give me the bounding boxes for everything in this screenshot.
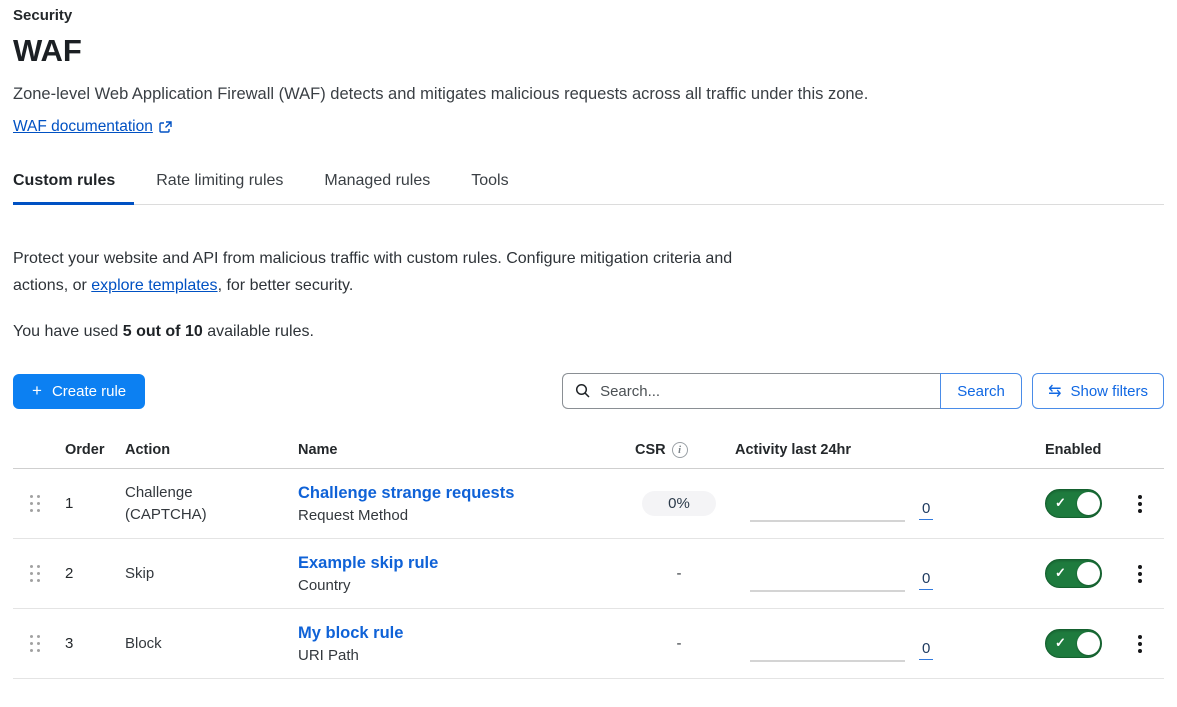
create-rule-label: Create rule: [52, 383, 126, 400]
drag-handle-icon[interactable]: [30, 635, 40, 652]
csr-badge: 0%: [642, 491, 716, 516]
toggle-knob: [1077, 562, 1100, 585]
header-enabled: Enabled: [1045, 442, 1133, 458]
row1-order: 1: [65, 495, 125, 512]
row2-name-cell: Example skip rule Country: [298, 554, 635, 594]
row3-order: 3: [65, 635, 125, 652]
toolbar-right: Search ⇆ Show filters: [562, 373, 1164, 409]
create-rule-button[interactable]: + Create rule: [13, 374, 145, 409]
row1-action: Challenge (CAPTCHA): [125, 482, 235, 526]
row3-action: Block: [125, 633, 235, 655]
enabled-toggle[interactable]: ✓: [1045, 559, 1102, 588]
table-header-row: Order Action Name CSR i Activity last 24…: [13, 436, 1164, 469]
row1-csr-cell: 0%: [635, 491, 735, 516]
waf-page: Security WAF Zone-level Web Application …: [0, 0, 1177, 679]
header-action: Action: [125, 442, 298, 458]
search-button[interactable]: Search: [940, 373, 1022, 409]
rule-expression: Country: [298, 577, 635, 594]
enabled-toggle[interactable]: ✓: [1045, 489, 1102, 518]
tab-custom-rules[interactable]: Custom rules: [13, 164, 117, 204]
doc-link-row: WAF documentation: [13, 118, 1164, 136]
tab-rate-limiting-rules[interactable]: Rate limiting rules: [156, 164, 285, 204]
row2-order: 2: [65, 565, 125, 582]
row2-activity-cell: 0: [735, 570, 1045, 608]
activity-sparkline: [750, 520, 905, 522]
row1-handle-cell: [13, 495, 65, 512]
activity-sparkline: [750, 590, 905, 592]
activity-count-link[interactable]: 0: [919, 570, 933, 590]
activity-count-link[interactable]: 0: [919, 640, 933, 660]
page-description: Zone-level Web Application Firewall (WAF…: [13, 85, 1164, 104]
table-row: 3 Block My block rule URI Path - 0 ✓: [13, 609, 1164, 679]
tab-managed-rules[interactable]: Managed rules: [324, 164, 432, 204]
csr-info-icon[interactable]: i: [672, 442, 688, 458]
table-row: 2 Skip Example skip rule Country - 0 ✓: [13, 539, 1164, 609]
row3-enabled-cell: ✓: [1045, 629, 1133, 658]
rule-name-link[interactable]: My block rule: [298, 624, 403, 643]
drag-handle-icon[interactable]: [30, 495, 40, 512]
usage-suffix: available rules.: [203, 323, 314, 340]
row2-handle-cell: [13, 565, 65, 582]
toggle-check-icon: ✓: [1055, 635, 1066, 651]
plus-icon: +: [32, 381, 42, 401]
row1-menu-cell: [1133, 491, 1177, 517]
explore-templates-link[interactable]: explore templates: [91, 277, 217, 294]
toggle-check-icon: ✓: [1055, 565, 1066, 581]
header-csr-label: CSR: [635, 442, 666, 458]
custom-rules-table: Order Action Name CSR i Activity last 24…: [13, 436, 1164, 679]
activity-count-link[interactable]: 0: [919, 500, 933, 520]
row2-action: Skip: [125, 563, 235, 585]
intro-text-after: , for better security.: [218, 277, 354, 294]
row-menu-kebab-icon[interactable]: [1133, 631, 1147, 657]
show-filters-button[interactable]: ⇆ Show filters: [1032, 373, 1164, 409]
search-input[interactable]: [600, 383, 928, 400]
row-menu-kebab-icon[interactable]: [1133, 491, 1147, 517]
external-link-icon: [159, 121, 172, 134]
row2-enabled-cell: ✓: [1045, 559, 1133, 588]
rule-expression: Request Method: [298, 507, 635, 524]
toggle-knob: [1077, 632, 1100, 655]
rule-name-link[interactable]: Challenge strange requests: [298, 484, 514, 503]
row3-menu-cell: [1133, 631, 1177, 657]
activity-sparkline: [750, 660, 905, 662]
row1-name-cell: Challenge strange requests Request Metho…: [298, 484, 635, 524]
search-icon: [575, 383, 591, 399]
header-order: Order: [65, 442, 125, 458]
row-menu-kebab-icon[interactable]: [1133, 561, 1147, 587]
row3-activity-cell: 0: [735, 640, 1045, 678]
row2-menu-cell: [1133, 561, 1177, 587]
toggle-check-icon: ✓: [1055, 495, 1066, 511]
breadcrumb-security: Security: [13, 0, 1164, 24]
row3-handle-cell: [13, 635, 65, 652]
rule-name-link[interactable]: Example skip rule: [298, 554, 438, 573]
usage-count: 5 out of 10: [123, 323, 203, 340]
rules-toolbar: + Create rule Search ⇆ Show filters: [13, 373, 1164, 409]
toggle-knob: [1077, 492, 1100, 515]
page-title: WAF: [13, 33, 1164, 69]
header-name: Name: [298, 442, 635, 458]
header-activity: Activity last 24hr: [735, 442, 1045, 458]
drag-handle-icon[interactable]: [30, 565, 40, 582]
row1-activity-cell: 0: [735, 500, 1045, 538]
tab-tools[interactable]: Tools: [471, 164, 510, 204]
tab-bar: Custom rules Rate limiting rules Managed…: [13, 164, 1164, 205]
intro-text: Protect your website and API from malici…: [13, 245, 750, 299]
enabled-toggle[interactable]: ✓: [1045, 629, 1102, 658]
table-row: 1 Challenge (CAPTCHA) Challenge strange …: [13, 469, 1164, 539]
row3-csr-cell: -: [635, 635, 735, 652]
show-filters-label: Show filters: [1070, 383, 1148, 400]
search-box: [562, 373, 940, 409]
row3-name-cell: My block rule URI Path: [298, 624, 635, 664]
rule-expression: URI Path: [298, 647, 635, 664]
waf-documentation-link[interactable]: WAF documentation: [13, 118, 153, 136]
usage-prefix: You have used: [13, 323, 123, 340]
header-csr: CSR i: [635, 442, 735, 458]
usage-summary: You have used 5 out of 10 available rule…: [13, 323, 1164, 341]
row1-enabled-cell: ✓: [1045, 489, 1133, 518]
row2-csr-cell: -: [635, 565, 735, 582]
filters-swap-icon: ⇆: [1048, 381, 1061, 401]
